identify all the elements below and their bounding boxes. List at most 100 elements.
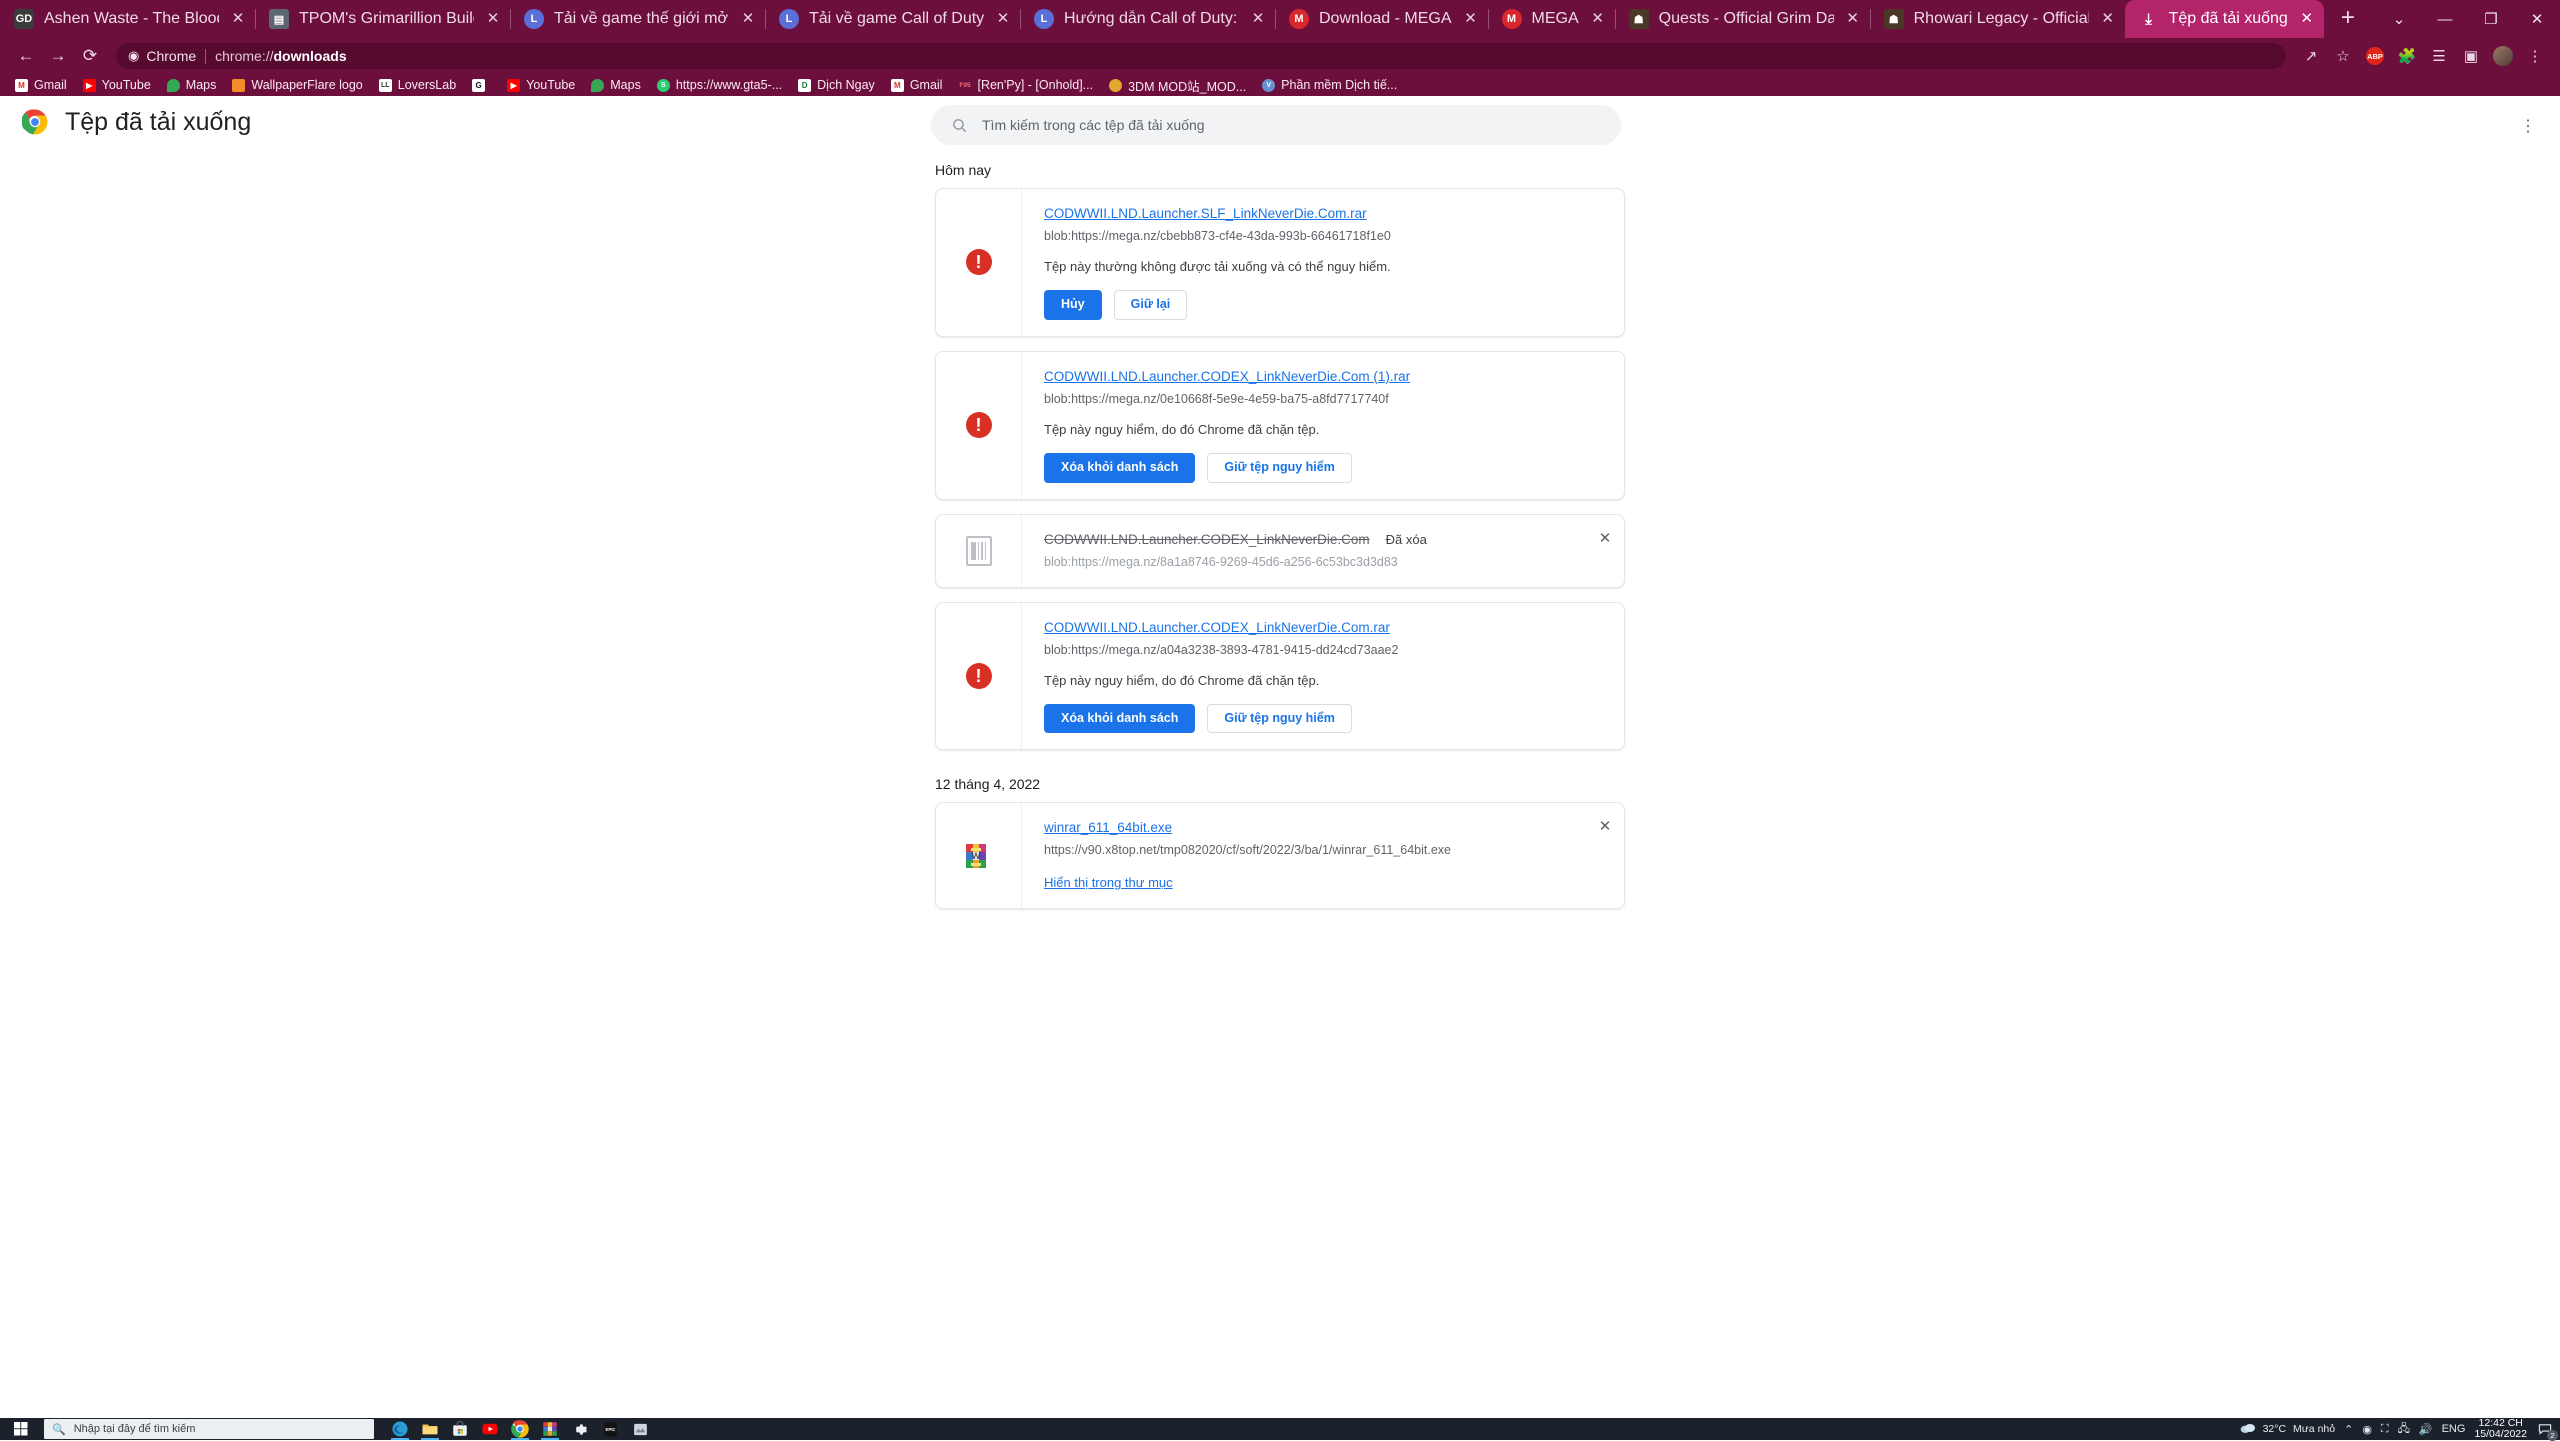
- taskbar-apps: EPIC: [390, 1419, 650, 1439]
- tab-favicon: L: [524, 9, 544, 29]
- tab-close-icon[interactable]: ✕: [1247, 8, 1269, 30]
- tab-close-icon[interactable]: ✕: [2296, 8, 2318, 30]
- cancel-download-button[interactable]: Hủy: [1044, 290, 1102, 320]
- browser-tab[interactable]: L Tải về game thế giới mở miễn ✕: [510, 0, 765, 38]
- share-icon[interactable]: ↗: [2296, 42, 2326, 70]
- download-icon-column: !: [936, 352, 1022, 499]
- file-explorer-icon[interactable]: [420, 1419, 440, 1439]
- browser-tab[interactable]: L Hướng dẫn Call of Duty: WWII ✕: [1020, 0, 1275, 38]
- keep-dangerous-file-button[interactable]: Giữ tệp nguy hiểm: [1207, 704, 1351, 734]
- adblock-icon[interactable]: ABP: [2360, 42, 2390, 70]
- bookmark-item[interactable]: MGmail: [8, 75, 74, 95]
- youtube-icon[interactable]: [480, 1419, 500, 1439]
- bookmark-item[interactable]: ▶YouTube: [500, 75, 582, 95]
- chrome-menu-icon[interactable]: ⋮: [2520, 42, 2550, 70]
- minimize-button[interactable]: —: [2422, 0, 2468, 38]
- edge-icon[interactable]: [390, 1419, 410, 1439]
- clock-date: 15/04/2022: [2474, 1429, 2527, 1440]
- tab-close-icon[interactable]: ✕: [737, 8, 759, 30]
- tab-close-icon[interactable]: ✕: [482, 8, 504, 30]
- remove-from-list-button[interactable]: Xóa khỏi danh sách: [1044, 704, 1195, 734]
- bookmark-item[interactable]: MGmail: [884, 75, 950, 95]
- remove-download-icon[interactable]: ✕: [1592, 525, 1618, 551]
- download-file-name[interactable]: winrar_611_64bit.exe: [1044, 820, 1172, 835]
- extensions-icon[interactable]: 🧩: [2392, 42, 2422, 70]
- download-icon-column: [936, 515, 1022, 587]
- download-item: ! CODWWII.LND.Launcher.CODEX_LinkNeverDi…: [935, 351, 1625, 500]
- bookmark-item[interactable]: G: [465, 75, 498, 95]
- bookmark-item[interactable]: WallpaperFlare logo: [225, 75, 369, 95]
- forward-button[interactable]: →: [42, 42, 74, 70]
- bookmark-item[interactable]: Maps: [160, 75, 224, 95]
- keep-download-button[interactable]: Giữ lại: [1114, 290, 1188, 320]
- tab-favicon: GD: [14, 9, 34, 29]
- back-button[interactable]: ←: [10, 42, 42, 70]
- browser-tab[interactable]: M Download - MEGA ✕: [1275, 0, 1488, 38]
- bookmark-item[interactable]: LLLoversLab: [372, 75, 463, 95]
- keep-dangerous-file-button[interactable]: Giữ tệp nguy hiểm: [1207, 453, 1351, 483]
- tab-search-button[interactable]: ⌄: [2376, 0, 2422, 38]
- settings-icon[interactable]: [570, 1419, 590, 1439]
- media-player-icon[interactable]: [630, 1419, 650, 1439]
- bookmark-item[interactable]: Shttps://www.gta5-...: [650, 75, 789, 95]
- maps-icon: [167, 79, 180, 92]
- bookmark-star-icon[interactable]: ☆: [2328, 42, 2358, 70]
- reload-button[interactable]: ⟳: [74, 42, 106, 70]
- bookmarks-bar: MGmail ▶YouTube Maps WallpaperFlare logo…: [0, 74, 2560, 96]
- record-icon[interactable]: ◉: [2362, 1423, 2372, 1436]
- bookmark-item[interactable]: ▶YouTube: [76, 75, 158, 95]
- browser-tab-active[interactable]: ⤓ Tệp đã tải xuống ✕: [2125, 0, 2324, 38]
- address-bar[interactable]: ◉ Chrome chrome://downloads: [116, 43, 2286, 69]
- search-input[interactable]: [982, 117, 1601, 133]
- tab-close-icon[interactable]: ✕: [1587, 8, 1609, 30]
- chrome-icon[interactable]: [510, 1419, 530, 1439]
- notifications-icon[interactable]: 2: [2536, 1420, 2554, 1438]
- epic-games-icon[interactable]: EPIC: [600, 1419, 620, 1439]
- profile-avatar[interactable]: [2488, 42, 2518, 70]
- close-window-button[interactable]: ✕: [2514, 0, 2560, 38]
- browser-tab[interactable]: M MEGA ✕: [1488, 0, 1615, 38]
- tab-close-icon[interactable]: ✕: [227, 8, 249, 30]
- remove-download-icon[interactable]: ✕: [1592, 813, 1618, 839]
- bookmark-item[interactable]: Maps: [584, 75, 648, 95]
- maximize-button[interactable]: ❐: [2468, 0, 2514, 38]
- language-indicator[interactable]: ENG: [2442, 1423, 2466, 1435]
- tab-close-icon[interactable]: ✕: [992, 8, 1014, 30]
- network-icon[interactable]: 🖧: [2398, 1420, 2410, 1439]
- browser-tab[interactable]: ☗ Quests - Official Grim Dawn W ✕: [1615, 0, 1870, 38]
- downloads-search[interactable]: [931, 105, 1621, 145]
- show-hidden-icons-chevron[interactable]: ⌃: [2344, 1423, 2353, 1436]
- bookmark-item[interactable]: DDịch Ngay: [791, 75, 882, 95]
- download-file-name[interactable]: CODWWII.LND.Launcher.CODEX_LinkNeverDie.…: [1044, 620, 1390, 635]
- download-file-name[interactable]: CODWWII.LND.Launcher.CODEX_LinkNeverDie.…: [1044, 369, 1410, 384]
- tab-close-icon[interactable]: ✕: [2097, 8, 2119, 30]
- taskbar-search-box[interactable]: 🔍 Nhập tại đây để tìm kiếm: [44, 1419, 374, 1439]
- show-in-folder-link[interactable]: Hiển thị trong thư mục: [1044, 875, 1173, 890]
- tab-close-icon[interactable]: ✕: [1460, 8, 1482, 30]
- remove-from-list-button[interactable]: Xóa khỏi danh sách: [1044, 453, 1195, 483]
- winrar-icon[interactable]: [540, 1419, 560, 1439]
- microsoft-store-icon[interactable]: [450, 1419, 470, 1439]
- browser-tab[interactable]: ☗ Rhowari Legacy - Official Grim ✕: [1870, 0, 2125, 38]
- volume-icon[interactable]: 🔊: [2419, 1423, 2433, 1436]
- browser-tab[interactable]: GD Ashen Waste - The Blood Grove ✕: [0, 0, 255, 38]
- tab-strip: GD Ashen Waste - The Blood Grove ✕ ▤ TPO…: [0, 0, 2560, 38]
- side-panel-icon[interactable]: ▣: [2456, 42, 2486, 70]
- tab-close-icon[interactable]: ✕: [1842, 8, 1864, 30]
- bookmark-item[interactable]: VPhần mềm Dịch tiế...: [1255, 75, 1404, 95]
- bookmark-label: [Ren'Py] - [Onhold]...: [977, 78, 1093, 92]
- browser-tab[interactable]: L Tải về game Call of Duty: WWII ✕: [765, 0, 1020, 38]
- browser-tab[interactable]: ▤ TPOM's Grimarillion Build Com ✕: [255, 0, 510, 38]
- start-button-icon[interactable]: [0, 1418, 42, 1440]
- download-group-date: 12 tháng 4, 2022: [935, 776, 1625, 792]
- bookmark-item[interactable]: 3DM MOD站_MOD...: [1102, 75, 1253, 95]
- reading-list-icon[interactable]: ☰: [2424, 42, 2454, 70]
- taskbar-search-placeholder: Nhập tại đây để tìm kiếm: [74, 1423, 196, 1435]
- new-tab-button[interactable]: +: [2328, 2, 2368, 36]
- bookmark-item[interactable]: F95[Ren'Py] - [Onhold]...: [951, 75, 1100, 95]
- screen-capture-icon[interactable]: ⛶: [2381, 1423, 2389, 1436]
- downloads-more-menu-icon[interactable]: ⋮: [2514, 112, 2542, 140]
- clock[interactable]: 12:42 CH 15/04/2022: [2474, 1418, 2527, 1441]
- weather-widget[interactable]: 32°C Mưa nhỏ: [2240, 1422, 2336, 1437]
- download-file-name[interactable]: CODWWII.LND.Launcher.SLF_LinkNeverDie.Co…: [1044, 206, 1367, 221]
